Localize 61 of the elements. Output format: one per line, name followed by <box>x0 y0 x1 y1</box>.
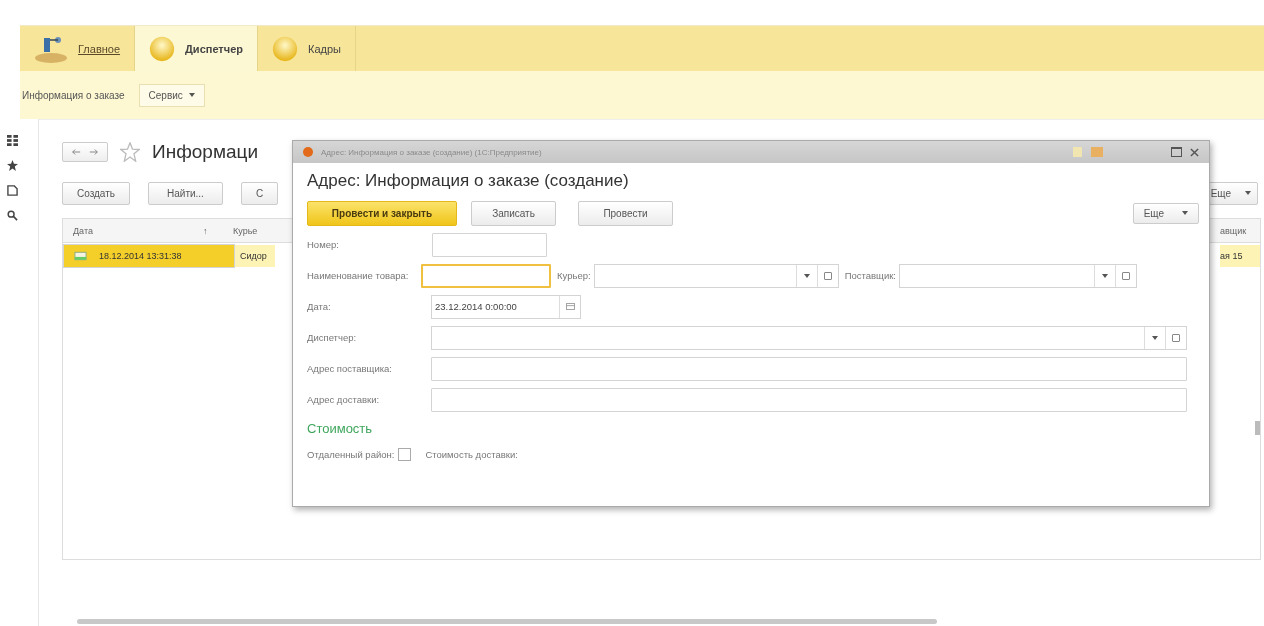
maximize-icon[interactable] <box>1171 147 1182 157</box>
navigation-buttons[interactable] <box>62 142 108 162</box>
section-tab[interactable]: Диспетчер <box>135 26 258 71</box>
horizontal-scrollbar[interactable] <box>77 619 937 624</box>
field-label: Стоимость доставки: <box>425 449 518 460</box>
command-button[interactable]: Провести и закрыть <box>307 200 457 226</box>
search-icon[interactable] <box>6 210 18 221</box>
supplier-address-field[interactable] <box>431 356 1187 381</box>
field-label: Адрес поставщика: <box>307 363 393 374</box>
field-label: Наименование товара: <box>307 270 410 281</box>
circle-icon <box>272 35 298 62</box>
star-outline-icon[interactable] <box>120 142 140 162</box>
document-icon <box>74 251 87 261</box>
toolbar-button[interactable]: С <box>240 181 279 205</box>
caret-icon <box>1182 211 1188 215</box>
list-title: Информаци <box>152 141 260 163</box>
document-icon[interactable] <box>6 185 18 196</box>
field-label: Отдаленный район: <box>307 449 395 460</box>
service-menu-button[interactable]: Сервис <box>138 83 205 107</box>
field-label: Номер: <box>307 239 340 250</box>
group-title: Стоимость <box>307 419 374 438</box>
dialog-heading: Адрес: Информация о заказе (создание) <box>307 171 630 192</box>
back-arrow-icon <box>71 148 81 156</box>
caret-icon <box>188 93 195 97</box>
toolbar-icons[interactable] <box>1073 147 1103 157</box>
table-cell[interactable]: 18.12.2014 13:31:38 <box>63 244 235 268</box>
form-title: Информация о заказе <box>22 89 125 101</box>
delivery-address-field[interactable] <box>431 387 1187 412</box>
sort-indicator: ↑ <box>203 225 209 236</box>
vertical-scrollbar[interactable] <box>1255 421 1260 435</box>
date-text: 18.12.2014 13:31:38 <box>99 251 182 261</box>
circle-icon <box>149 35 176 62</box>
command-button[interactable]: Записать <box>471 200 556 226</box>
field-label: Дата: <box>307 301 332 312</box>
supplier-field[interactable] <box>899 263 1137 288</box>
date-field[interactable]: 23.12.2014 0:00:00 <box>431 294 581 319</box>
dispatcher-field[interactable] <box>431 325 1187 350</box>
courier-field[interactable] <box>593 263 839 288</box>
field-label: Курьер: <box>557 270 591 281</box>
table-cell: ая 15 <box>1220 245 1260 267</box>
grid-icon[interactable] <box>6 135 18 146</box>
calendar-icon <box>565 303 575 310</box>
caret-icon <box>1245 191 1251 195</box>
close-icon[interactable] <box>1190 147 1199 157</box>
product-name-field[interactable] <box>421 263 551 288</box>
field-label: Диспетчер: <box>307 332 358 343</box>
toolbar-button[interactable]: Найти... <box>148 181 223 205</box>
field-label: Поставщик: <box>844 270 896 281</box>
number-field[interactable] <box>432 232 547 257</box>
toolbar-button[interactable]: Создать <box>62 181 130 205</box>
app-logo-icon <box>303 147 313 157</box>
table-cell: Сидор <box>235 245 275 267</box>
field-label: Адрес доставки: <box>307 394 381 405</box>
column-header[interactable]: авщик <box>1220 225 1260 236</box>
star-icon[interactable] <box>6 160 18 171</box>
forward-arrow-icon <box>89 148 99 156</box>
column-header[interactable]: Курье <box>228 225 268 236</box>
command-button[interactable]: Провести <box>578 200 673 226</box>
remote-area-checkbox[interactable] <box>398 448 412 461</box>
column-header[interactable]: Дата <box>63 225 203 236</box>
more-button[interactable]: Еще <box>1132 202 1199 224</box>
